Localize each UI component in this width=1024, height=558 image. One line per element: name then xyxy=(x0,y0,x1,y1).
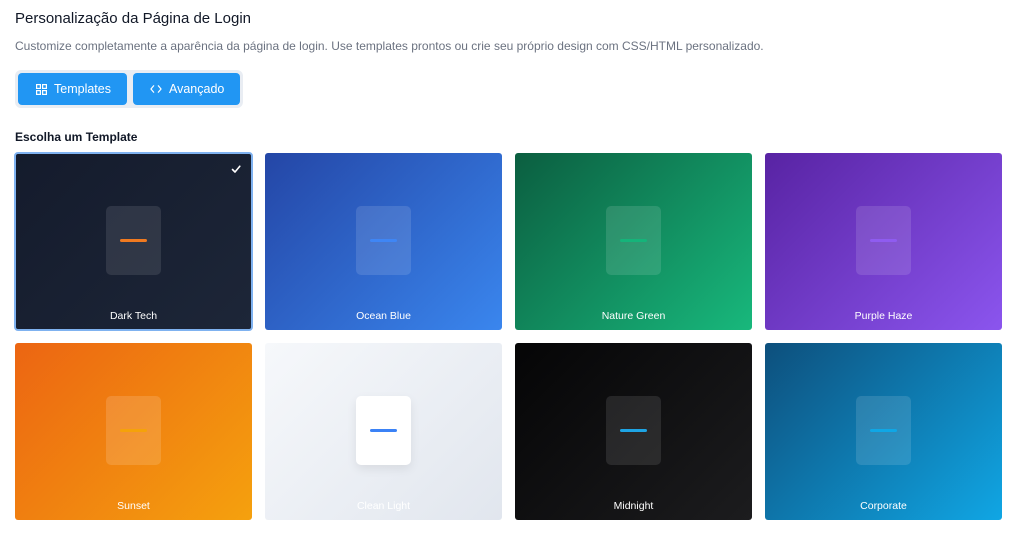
accent-bar xyxy=(120,429,147,432)
mode-tabs: Templates Avançado xyxy=(15,70,244,108)
tab-templates[interactable]: Templates xyxy=(18,73,127,105)
accent-bar xyxy=(370,239,397,242)
login-preview-mock xyxy=(356,206,411,275)
tab-advanced[interactable]: Avançado xyxy=(132,73,241,105)
page-title: Personalização da Página de Login xyxy=(15,10,252,27)
template-label: Nature Green xyxy=(601,310,666,322)
login-preview-mock xyxy=(606,396,661,465)
tab-advanced-label: Avançado xyxy=(168,82,225,96)
template-label: Purple Haze xyxy=(854,310,913,322)
section-title: Escolha um Template xyxy=(15,130,138,144)
accent-bar xyxy=(870,239,897,242)
accent-bar xyxy=(620,239,647,242)
template-card-dark-tech[interactable]: Dark Tech xyxy=(14,152,253,331)
login-preview-mock xyxy=(606,206,661,275)
accent-bar xyxy=(370,429,397,432)
accent-bar xyxy=(120,239,147,242)
template-card-purple-haze[interactable]: Purple Haze xyxy=(765,153,1002,330)
login-preview-mock xyxy=(356,396,411,465)
template-label: Clean Light xyxy=(356,500,411,512)
login-preview-mock xyxy=(106,396,161,465)
tab-templates-label: Templates xyxy=(54,82,111,96)
template-card-ocean-blue[interactable]: Ocean Blue xyxy=(265,153,502,330)
template-card-clean-light[interactable]: Clean Light xyxy=(265,343,502,520)
template-label: Dark Tech xyxy=(109,310,158,322)
login-preview-mock xyxy=(106,206,161,275)
check-icon xyxy=(230,162,242,174)
template-label: Ocean Blue xyxy=(356,310,411,322)
template-card-midnight[interactable]: Midnight xyxy=(515,343,752,520)
template-card-sunset[interactable]: Sunset xyxy=(15,343,252,520)
page-description: Customize completamente a aparência da p… xyxy=(15,39,764,53)
accent-bar xyxy=(870,429,897,432)
template-label: Sunset xyxy=(117,500,150,512)
template-grid: Dark Tech Ocean Blue Nature Green Purple… xyxy=(14,152,1009,520)
template-card-nature-green[interactable]: Nature Green xyxy=(515,153,752,330)
code-icon xyxy=(150,83,162,95)
login-preview-mock xyxy=(856,206,911,275)
login-preview-mock xyxy=(856,396,911,465)
template-label: Corporate xyxy=(860,500,907,512)
grid-icon xyxy=(35,83,47,95)
accent-bar xyxy=(620,429,647,432)
template-label: Midnight xyxy=(613,500,654,512)
template-card-corporate[interactable]: Corporate xyxy=(765,343,1002,520)
login-customization-page: Personalização da Página de Login Custom… xyxy=(0,0,1024,558)
